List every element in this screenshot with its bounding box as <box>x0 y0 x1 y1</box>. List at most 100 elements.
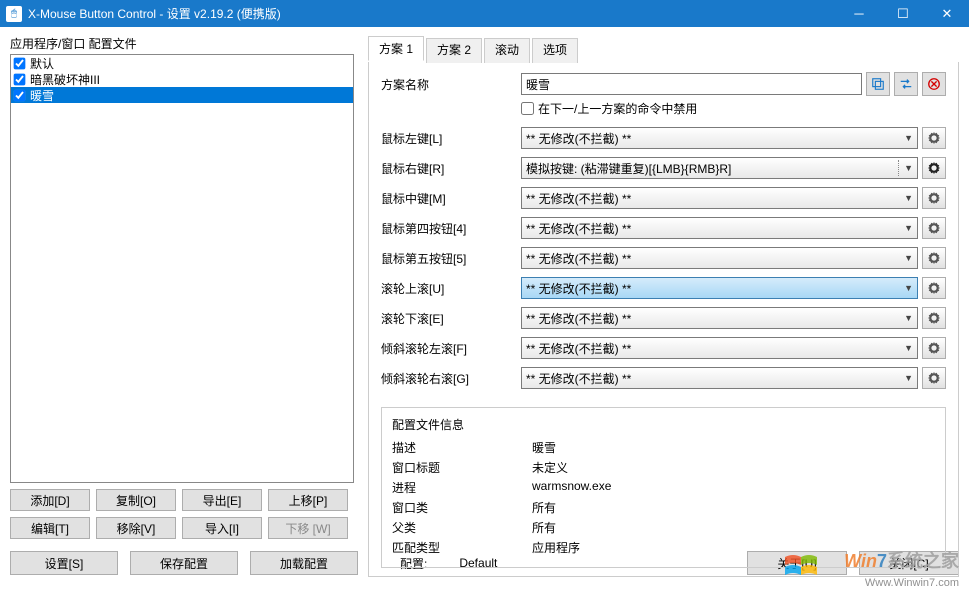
mapping-dropdown[interactable]: ** 无修改(不拦截) **▼ <box>521 187 918 209</box>
mapping-dropdown[interactable]: 模拟按键: (粘滞键重复)[{LMB}{RMB}R]▼ <box>521 157 918 179</box>
info-label: 描述 <box>392 439 532 456</box>
info-value: 未定义 <box>532 459 568 476</box>
mapping-dropdown[interactable]: ** 无修改(不拦截) **▼ <box>521 337 918 359</box>
remove-button[interactable]: 移除[V] <box>96 517 176 539</box>
info-label: 匹配类型 <box>392 539 532 556</box>
maximize-button[interactable]: ☐ <box>881 0 925 27</box>
add-button[interactable]: 添加[D] <box>10 489 90 511</box>
gear-icon <box>927 311 941 325</box>
dropdown-value: ** 无修改(不拦截) ** <box>526 130 900 147</box>
chevron-down-icon: ▼ <box>900 343 913 353</box>
mapping-row: 鼠标左键[L]** 无修改(不拦截) **▼ <box>381 127 946 149</box>
mapping-label: 鼠标第五按钮[5] <box>381 250 521 267</box>
info-row: 匹配类型应用程序 <box>392 539 935 556</box>
chevron-down-icon: ▼ <box>900 283 913 293</box>
disable-in-next-prev-checkbox[interactable] <box>521 102 534 115</box>
save-config-button[interactable]: 保存配置 <box>130 551 238 575</box>
load-config-button[interactable]: 加载配置 <box>250 551 358 575</box>
tab[interactable]: 滚动 <box>484 38 530 63</box>
copy-icon <box>871 77 885 91</box>
mapping-row: 倾斜滚轮右滚[G]** 无修改(不拦截) **▼ <box>381 367 946 389</box>
mapping-settings-button[interactable] <box>922 367 946 389</box>
dropdown-value: ** 无修改(不拦截) ** <box>526 370 900 387</box>
info-row: 窗口标题未定义 <box>392 459 935 476</box>
minimize-button[interactable]: ─ <box>837 0 881 27</box>
copy-button[interactable]: 复制[O] <box>96 489 176 511</box>
mapping-settings-button[interactable] <box>922 157 946 179</box>
tab[interactable]: 方案 2 <box>426 38 482 63</box>
info-row: 父类所有 <box>392 519 935 536</box>
edit-button[interactable]: 编辑[T] <box>10 517 90 539</box>
mapping-dropdown[interactable]: ** 无修改(不拦截) **▼ <box>521 307 918 329</box>
info-label: 进程 <box>392 479 532 496</box>
gear-icon <box>927 161 941 175</box>
dropdown-value: ** 无修改(不拦截) ** <box>526 190 900 207</box>
chevron-down-icon: ▼ <box>900 373 913 383</box>
gear-icon <box>927 221 941 235</box>
copy-plan-button[interactable] <box>866 72 890 96</box>
mapping-settings-button[interactable] <box>922 217 946 239</box>
chevron-down-icon: ▼ <box>900 133 913 143</box>
info-label: 窗口类 <box>392 499 532 516</box>
gear-icon <box>927 191 941 205</box>
profile-checkbox[interactable] <box>14 57 26 69</box>
clear-plan-button[interactable] <box>922 72 946 96</box>
info-label: 窗口标题 <box>392 459 532 476</box>
chevron-down-icon: ▼ <box>900 163 913 173</box>
info-row: 进程warmsnow.exe <box>392 479 935 496</box>
profile-list[interactable]: 默认暗黑破坏神III暖雪 <box>10 54 354 483</box>
close-window-button[interactable]: ✕ <box>925 0 969 27</box>
dropdown-value: 模拟按键: (粘滞键重复)[{LMB}{RMB}R] <box>526 160 900 177</box>
mapping-settings-button[interactable] <box>922 187 946 209</box>
chevron-down-icon: ▼ <box>900 313 913 323</box>
mapping-settings-button[interactable] <box>922 277 946 299</box>
clear-icon <box>927 77 941 91</box>
profile-item[interactable]: 暖雪 <box>11 87 353 103</box>
info-title: 配置文件信息 <box>392 416 935 433</box>
tab-body: 方案名称 在下一/上一方案的命令中禁用 鼠标左键[L]** 无修改(不拦截) *… <box>368 61 959 577</box>
disable-label: 在下一/上一方案的命令中禁用 <box>538 100 697 117</box>
chevron-down-icon: ▼ <box>900 223 913 233</box>
plan-name-input[interactable] <box>521 73 862 95</box>
mapping-label: 鼠标左键[L] <box>381 130 521 147</box>
mapping-dropdown[interactable]: ** 无修改(不拦截) **▼ <box>521 217 918 239</box>
dropdown-value: ** 无修改(不拦截) ** <box>526 280 900 297</box>
swap-plan-button[interactable] <box>894 72 918 96</box>
gear-icon <box>927 341 941 355</box>
mapping-dropdown[interactable]: ** 无修改(不拦截) **▼ <box>521 247 918 269</box>
swap-icon <box>899 77 913 91</box>
chevron-down-icon: ▼ <box>900 253 913 263</box>
import-button[interactable]: 导入[I] <box>182 517 262 539</box>
profile-item[interactable]: 暗黑破坏神III <box>11 71 353 87</box>
mapping-label: 鼠标右键[R] <box>381 160 521 177</box>
dropdown-value: ** 无修改(不拦截) ** <box>526 220 900 237</box>
dropdown-value: ** 无修改(不拦截) ** <box>526 340 900 357</box>
move-up-button[interactable]: 上移[P] <box>268 489 348 511</box>
mapping-row: 鼠标中键[M]** 无修改(不拦截) **▼ <box>381 187 946 209</box>
mapping-row: 滚轮下滚[E]** 无修改(不拦截) **▼ <box>381 307 946 329</box>
profile-checkbox[interactable] <box>14 73 26 85</box>
export-button[interactable]: 导出[E] <box>182 489 262 511</box>
profile-item[interactable]: 默认 <box>11 55 353 71</box>
tab[interactable]: 选项 <box>532 38 578 63</box>
gear-icon <box>927 131 941 145</box>
mapping-settings-button[interactable] <box>922 307 946 329</box>
profile-label: 暖雪 <box>30 87 54 104</box>
mapping-label: 鼠标中键[M] <box>381 190 521 207</box>
mapping-label: 倾斜滚轮左滚[F] <box>381 340 521 357</box>
mapping-dropdown[interactable]: ** 无修改(不拦截) **▼ <box>521 277 918 299</box>
profile-checkbox[interactable] <box>14 89 26 101</box>
mapping-settings-button[interactable] <box>922 127 946 149</box>
gear-icon <box>927 251 941 265</box>
mapping-settings-button[interactable] <box>922 337 946 359</box>
mapping-dropdown[interactable]: ** 无修改(不拦截) **▼ <box>521 367 918 389</box>
window-title: X-Mouse Button Control - 设置 v2.19.2 (便携版… <box>28 5 837 22</box>
mapping-dropdown[interactable]: ** 无修改(不拦截) **▼ <box>521 127 918 149</box>
info-value: warmsnow.exe <box>532 479 611 496</box>
mapping-settings-button[interactable] <box>922 247 946 269</box>
tab[interactable]: 方案 1 <box>368 36 424 61</box>
move-down-button: 下移 [W] <box>268 517 348 539</box>
settings-button[interactable]: 设置[S] <box>10 551 118 575</box>
mapping-row: 滚轮上滚[U]** 无修改(不拦截) **▼ <box>381 277 946 299</box>
mapping-label: 鼠标第四按钮[4] <box>381 220 521 237</box>
